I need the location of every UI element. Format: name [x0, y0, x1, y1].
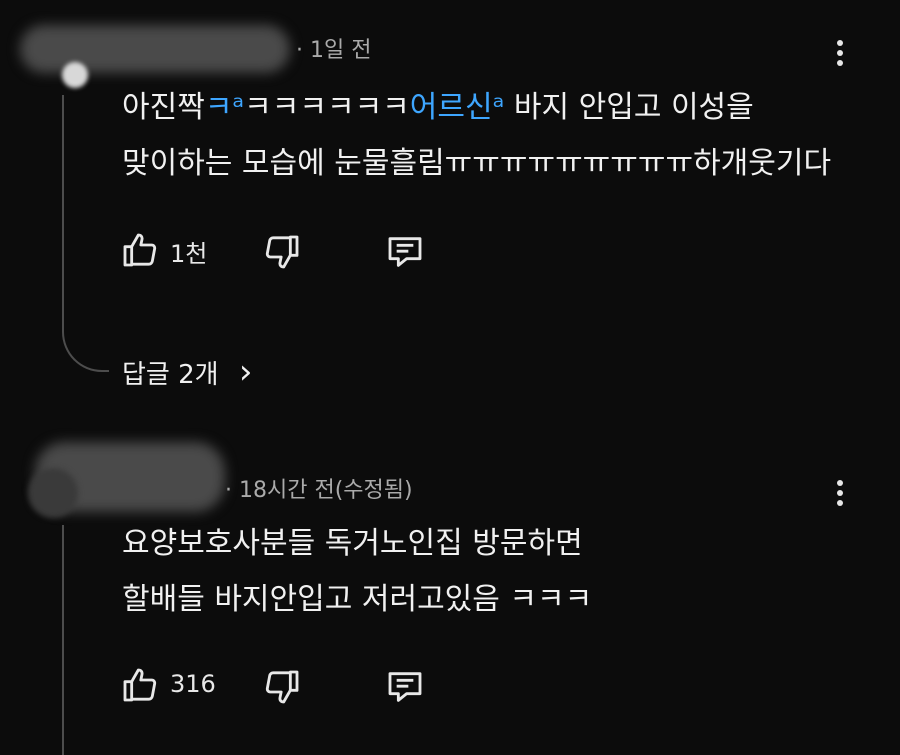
redacted-username	[20, 25, 290, 73]
comment-text-line1: 아진짝ㅋᵃㅋㅋㅋㅋㅋㅋ어르신ᵃ 바지 안입고 이성을	[122, 82, 754, 134]
like-button[interactable]	[120, 230, 160, 270]
text-part: ㅋㅋㅋㅋㅋㅋ	[244, 90, 410, 125]
comment-icon	[388, 237, 422, 267]
like-count: 316	[170, 670, 216, 698]
like-button[interactable]	[120, 665, 160, 705]
more-vert-icon[interactable]	[830, 476, 850, 510]
thread-line	[62, 525, 64, 755]
text-part: 아진짝	[122, 90, 205, 125]
comment-text-line2: 맞이하는 모습에 눈물흘림ㅠㅠㅠㅠㅠㅠㅠㅠㅠ하개웃기다	[122, 146, 832, 181]
thumb-up-icon	[123, 233, 157, 267]
avatar[interactable]	[62, 62, 88, 88]
comment-meta: · 18시간 전(수정됨)	[225, 478, 413, 503]
thread-line	[62, 95, 64, 325]
comment-icon	[388, 672, 422, 702]
more-vert-icon[interactable]	[830, 36, 850, 70]
hashtag-link[interactable]: 어르신ᵃ	[410, 90, 505, 125]
comment-text-line1: 요양보호사분들 독거노인집 방문하면	[122, 526, 583, 561]
view-replies-button[interactable]: 답글 2개 ›	[122, 352, 252, 392]
comment-2: · 18시간 전(수정됨) 요양보호사분들 독거노인집 방문하면 할배들 바지안…	[0, 420, 900, 755]
reply-button[interactable]	[384, 667, 426, 707]
thumb-down-icon	[265, 670, 299, 704]
thumb-down-icon	[265, 235, 299, 269]
like-count: 1천	[170, 240, 208, 268]
comment-1: · 1일 전 아진짝ㅋᵃㅋㅋㅋㅋㅋㅋ어르신ᵃ 바지 안입고 이성을 맞이하는 모…	[0, 0, 900, 410]
thumb-up-icon	[123, 668, 157, 702]
dislike-button[interactable]	[262, 667, 302, 707]
reply-button[interactable]	[384, 232, 426, 272]
avatar[interactable]	[28, 468, 78, 518]
chevron-right-icon: ›	[238, 352, 253, 392]
comment-text-line2: 할배들 바지안입고 저러고있음 ㅋㅋㅋ	[122, 582, 593, 617]
replies-label: 답글 2개	[122, 360, 219, 390]
comment-meta: · 1일 전	[296, 38, 372, 63]
thread-connector	[62, 320, 109, 372]
text-part: 바지 안입고 이성을	[504, 90, 754, 125]
hashtag-link[interactable]: ㅋᵃ	[205, 90, 244, 125]
dislike-button[interactable]	[262, 232, 302, 272]
